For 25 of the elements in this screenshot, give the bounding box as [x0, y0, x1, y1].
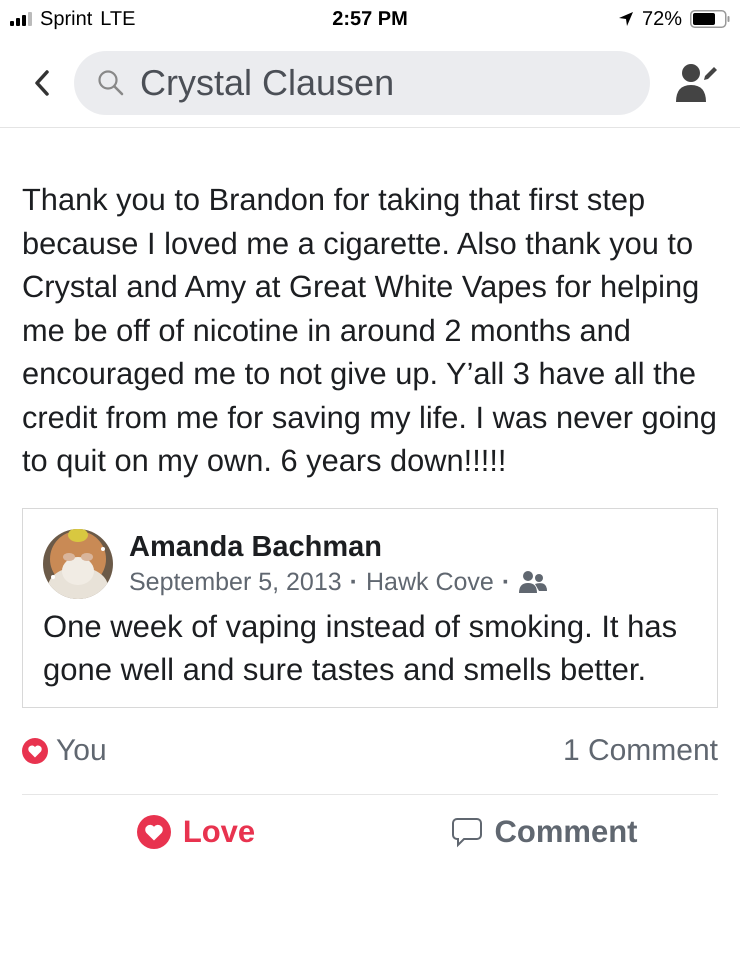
- comment-button[interactable]: Comment: [370, 794, 718, 868]
- shared-post-card[interactable]: Amanda Bachman September 5, 2013 · Hawk Cove · One week of vaping instead of smoking. It has gone well and sure tastes and smells better.: [22, 508, 718, 708]
- reaction-names[interactable]: You: [56, 734, 107, 768]
- battery-icon: [690, 10, 730, 28]
- post-text: Thank you to Brandon for taking that first step because I loved me a cigarette. Also thank you to Crystal and Amy at Great White Vapes for helping me be off of nicotine in around 2 months and encouraged me to not give up. Y’all 3 have all the credit from me for saving my life. I was never going to quit on my own. 6 years down!!!!!: [22, 181, 718, 480]
- separator-dot: ·: [350, 566, 358, 598]
- search-field[interactable]: Crystal Clausen: [74, 50, 650, 114]
- speech-bubble-icon: [450, 816, 483, 848]
- comment-count[interactable]: 1 Comment: [562, 734, 718, 768]
- place-name[interactable]: Hawk Cove: [366, 564, 494, 598]
- shared-post-text: One week of vaping instead of smoking. It has gone well and sure tastes and smells better.: [43, 608, 678, 688]
- search-icon: [96, 68, 126, 98]
- separator-dot: ·: [502, 566, 510, 598]
- post-date[interactable]: September 5, 2013: [129, 564, 342, 598]
- love-button[interactable]: Love: [22, 794, 370, 868]
- author-name[interactable]: Amanda Bachman: [129, 528, 548, 564]
- battery-percent: 72%: [642, 8, 682, 30]
- status-time: 2:57 PM: [332, 8, 408, 30]
- back-icon: [34, 68, 50, 96]
- location-icon: [618, 11, 634, 27]
- person-pencil-icon: [674, 62, 718, 104]
- friends-icon: [518, 570, 548, 594]
- carrier-name: Sprint: [40, 8, 92, 30]
- network-type: LTE: [100, 8, 136, 30]
- signal-icon: [10, 12, 32, 26]
